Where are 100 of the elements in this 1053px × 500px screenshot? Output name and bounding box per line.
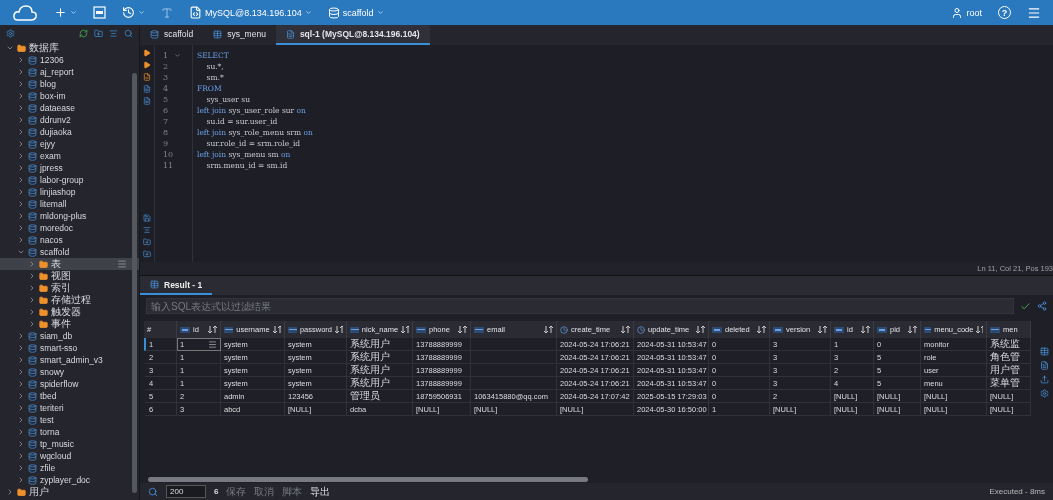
tree-item[interactable]: 用户 [0,486,139,498]
sort-icon[interactable] [544,326,553,333]
tree-item[interactable]: 视图 [0,270,139,282]
scrollbar[interactable] [132,73,137,493]
tree-item[interactable]: tbed [0,390,139,402]
menu-icon[interactable] [208,339,217,349]
sort-icon[interactable] [696,326,705,333]
tree-item[interactable]: torna [0,426,139,438]
editor-tab[interactable]: sys_menu [203,25,276,45]
tree-item[interactable]: mldong-plus [0,210,139,222]
save-icon[interactable] [143,214,151,222]
tree-item[interactable]: smart-sso [0,342,139,354]
run-script-icon[interactable] [143,61,151,69]
tree-item[interactable]: siam_db [0,330,139,342]
tree-item[interactable]: linjiashop [0,186,139,198]
tree-item[interactable]: labor-group [0,174,139,186]
sort-icon[interactable] [861,326,870,333]
tree-item[interactable]: test [0,414,139,426]
sort-icon[interactable] [458,326,467,333]
settings-icon[interactable] [1039,389,1049,398]
tree-item[interactable]: 事件 [0,318,139,330]
tree-item[interactable]: zyplayer_doc [0,474,139,486]
tree-item[interactable]: 数据库 [0,42,139,54]
search-icon[interactable] [148,486,158,497]
database-icon [28,247,37,257]
folder-icon[interactable] [143,238,151,246]
database-icon [28,199,37,209]
menu-icon[interactable] [1027,5,1041,20]
tree-item[interactable]: dujiaoka [0,126,139,138]
collapse-icon[interactable] [109,29,118,38]
document-icon[interactable] [143,85,151,93]
line-number: 5 [163,95,169,104]
run-icon[interactable] [143,49,151,57]
tree-item[interactable]: dataease [0,102,139,114]
file-icon[interactable] [143,97,151,105]
share-icon[interactable] [1037,301,1047,311]
tree-item[interactable]: tp_music [0,438,139,450]
line-number: 3 [163,73,169,82]
tree-item[interactable]: 存储过程 [0,294,139,306]
tree-item[interactable]: nacos [0,234,139,246]
action-button[interactable]: 导出 [310,484,331,499]
sort-icon[interactable] [621,326,630,333]
line-number: 2 [163,62,169,71]
sort-icon[interactable] [908,326,917,333]
tree-item[interactable]: 索引 [0,282,139,294]
tree-item[interactable]: moredoc [0,222,139,234]
tree-item[interactable]: zfile [0,462,139,474]
tree-item[interactable]: ddrunv2 [0,114,139,126]
tree-item[interactable]: aj_report [0,66,139,78]
tree-item[interactable]: 表 [0,258,139,270]
limit-field[interactable]: 200 [166,485,206,498]
tree-item[interactable]: litemall [0,198,139,210]
sort-icon[interactable] [818,326,827,333]
editor-tab[interactable]: scaffold [140,25,204,45]
format-icon[interactable] [143,226,151,234]
line-number: 1 [163,51,169,60]
filter-field[interactable]: 输入SQL表达式以过滤结果 [146,298,1014,314]
tree-item[interactable]: smart_admin_v3 [0,354,139,366]
tree-item[interactable]: spiderflow [0,378,139,390]
tree-item[interactable]: 12306 [0,54,139,66]
fold-icon[interactable] [174,52,182,59]
folder-icon[interactable] [143,250,151,258]
tree-item[interactable]: ejyy [0,138,139,150]
tree-item[interactable]: teriteri [0,402,139,414]
sort-icon[interactable] [335,326,343,333]
sql-file-icon[interactable] [93,6,106,19]
tree-item[interactable]: box-im [0,90,139,102]
search-icon[interactable] [124,29,133,38]
database-icon [28,55,37,65]
folder-icon [39,271,48,281]
user-button[interactable]: root [951,6,982,19]
tree-item[interactable]: wgcloud [0,450,139,462]
sort-icon[interactable] [976,326,983,333]
tree-item[interactable]: scaffold [0,246,139,258]
line-number: 4 [163,84,169,93]
database-icon [28,115,37,125]
sort-icon[interactable] [757,326,766,333]
folder-plus-icon[interactable] [94,29,103,38]
settings-icon[interactable] [6,29,15,38]
sort-icon[interactable] [208,326,217,333]
database-selector[interactable]: scaffold [327,6,384,19]
scrollbar[interactable] [148,476,588,482]
refresh-icon[interactable] [79,29,88,38]
tree-item[interactable]: 触发器 [0,306,139,318]
editor-tab[interactable]: sql-1 (MySQL@8.134.196.104) [275,25,430,45]
history-button[interactable] [122,6,145,19]
sort-icon[interactable] [401,326,409,333]
record-icon[interactable] [1039,361,1049,370]
tree-item[interactable]: jpress [0,162,139,174]
new-button[interactable] [54,6,77,19]
tree-item[interactable]: blog [0,78,139,90]
tree-item[interactable]: snowy [0,366,139,378]
connection-selector[interactable]: MySQL@8.134.196.104 [189,6,312,19]
check-icon[interactable] [1020,300,1031,312]
sort-icon[interactable] [272,326,281,333]
chevron-down-icon [6,44,14,52]
user-icon [951,6,964,19]
grid-view-icon[interactable] [1039,347,1049,356]
database-icon [28,127,37,137]
tree-item[interactable]: exam [0,150,139,162]
